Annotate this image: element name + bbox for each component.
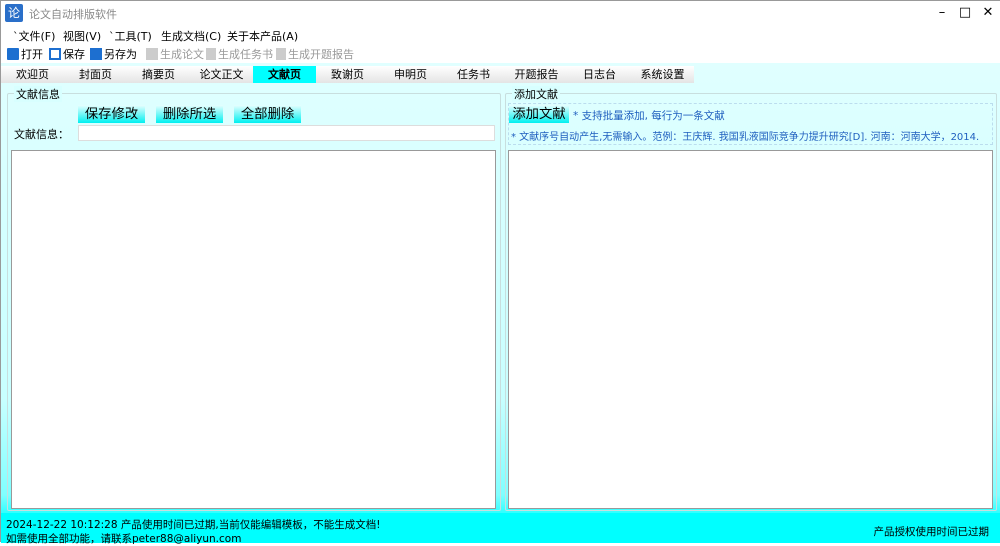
save-as-icon: [90, 48, 102, 60]
status-message: 2024-12-22 10:12:28 产品使用时间已过期,当前仅能编辑模板，不…: [6, 519, 381, 531]
maximize-button[interactable]: □: [954, 3, 976, 23]
tab-log[interactable]: 日志台: [568, 66, 631, 83]
tab-proposal[interactable]: 开题报告: [505, 66, 568, 83]
menu-view[interactable]: 视图(V): [63, 28, 101, 44]
toolbar: 打开 保存 另存为 生成论文 生成任务书 生成开题报告: [1, 43, 1000, 63]
generate-task-button[interactable]: 生成任务书: [206, 46, 273, 62]
open-button[interactable]: 打开: [7, 46, 43, 62]
delete-selected-button[interactable]: 删除所选: [156, 105, 223, 123]
license-status: 产品授权使用时间已过期: [873, 526, 990, 538]
batch-hint: * 支持批量添加, 每行为一条文献: [573, 110, 725, 122]
menu-about[interactable]: 关于本产品(A): [227, 28, 298, 44]
add-reference-button[interactable]: 添加文献: [509, 105, 569, 123]
minimize-button[interactable]: –: [931, 3, 953, 23]
add-reference-title: 添加文献: [512, 86, 560, 102]
tab-declaration[interactable]: 申明页: [379, 66, 442, 83]
tab-cover[interactable]: 封面页: [64, 66, 127, 83]
reference-info-title: 文献信息: [14, 86, 62, 102]
contact-message: 如需使用全部功能，请联系peter88@aliyun.com: [6, 533, 242, 545]
generate-proposal-label: 生成开题报告: [288, 48, 354, 61]
menu-generate[interactable]: 生成文档(C): [161, 28, 221, 44]
generate-task-label: 生成任务书: [218, 48, 273, 61]
menu-bar: `文件(F) 视图(V) `工具(T) 生成文档(C) 关于本产品(A): [1, 25, 1000, 43]
save-as-label: 另存为: [104, 48, 137, 61]
tab-task[interactable]: 任务书: [442, 66, 505, 83]
reference-field-label: 文献信息：: [14, 128, 69, 141]
generate-paper-button[interactable]: 生成论文: [146, 46, 204, 62]
close-button[interactable]: ✕: [977, 3, 999, 23]
tab-abstract[interactable]: 摘要页: [127, 66, 190, 83]
tab-welcome[interactable]: 欢迎页: [1, 66, 64, 83]
window-title: 论文自动排版软件: [29, 8, 117, 21]
save-label: 保存: [63, 48, 85, 61]
tab-references[interactable]: 文献页: [253, 66, 316, 83]
open-label: 打开: [21, 48, 43, 61]
generate-proposal-button[interactable]: 生成开题报告: [276, 46, 354, 62]
format-hint: * 文献序号自动产生,无需输入。范例：王庆辉. 我国乳液国际竞争力提升研究[D]…: [511, 132, 980, 143]
generate-paper-label: 生成论文: [160, 48, 204, 61]
save-icon: [49, 48, 61, 60]
tab-settings[interactable]: 系统设置: [631, 66, 694, 83]
document-icon: [276, 48, 286, 60]
tab-acknowledgements[interactable]: 致谢页: [316, 66, 379, 83]
status-bar: 2024-12-22 10:12:28 产品使用时间已过期,当前仅能编辑模板，不…: [1, 513, 1000, 545]
reference-info-input[interactable]: [78, 125, 495, 141]
document-icon: [206, 48, 216, 60]
title-bar: 论 论文自动排版软件 – □ ✕: [1, 1, 1000, 25]
save-changes-button[interactable]: 保存修改: [78, 105, 145, 123]
reference-list[interactable]: [11, 150, 496, 509]
app-logo-icon: 论: [5, 4, 23, 22]
add-reference-textarea[interactable]: [508, 150, 993, 509]
copy-doc-icon: [146, 48, 158, 60]
folder-open-icon: [7, 48, 19, 60]
tab-body[interactable]: 论文正文: [190, 66, 253, 83]
save-button[interactable]: 保存: [49, 46, 85, 62]
save-as-button[interactable]: 另存为: [90, 46, 137, 62]
delete-all-button[interactable]: 全部删除: [234, 105, 301, 123]
menu-tools[interactable]: `工具(T): [109, 28, 152, 44]
tab-bar: 欢迎页 封面页 摘要页 论文正文 文献页 致谢页 申明页 任务书 开题报告 日志…: [1, 66, 694, 84]
menu-file[interactable]: `文件(F): [13, 28, 55, 44]
